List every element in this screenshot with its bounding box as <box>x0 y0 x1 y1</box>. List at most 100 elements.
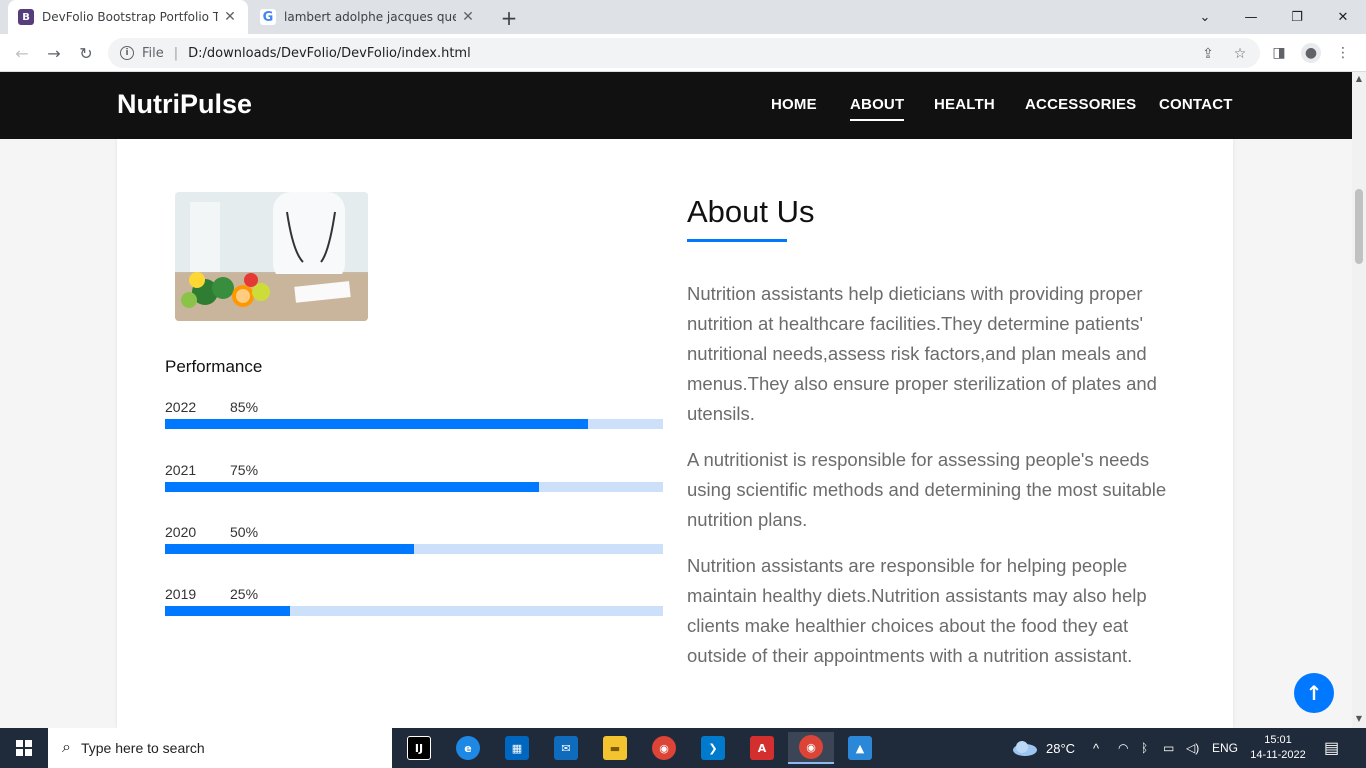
vscode-icon[interactable]: ❯ <box>693 732 733 764</box>
explorer-glyph: ▬ <box>603 736 627 760</box>
minimize-button[interactable]: — <box>1228 0 1274 34</box>
windows-logo-icon <box>16 740 32 756</box>
nav-contact[interactable]: CONTACT <box>1159 96 1233 113</box>
browser-toolbar: ← → ↻ i File | D:/downloads/DevFolio/Dev… <box>0 34 1366 72</box>
bar-year-label: 2021 <box>165 462 197 478</box>
back-button[interactable]: ← <box>10 41 34 65</box>
heading-underline <box>687 239 787 242</box>
bar-track <box>165 419 663 429</box>
bar-fill <box>165 606 290 616</box>
forward-button[interactable]: → <box>42 41 66 65</box>
nav-health[interactable]: HEALTH <box>934 96 995 113</box>
tab-search-dropdown-icon[interactable]: ⌄ <box>1182 0 1228 34</box>
reload-button[interactable]: ↻ <box>74 41 98 65</box>
search-placeholder: Type here to search <box>80 740 205 756</box>
nav-home[interactable]: HOME <box>771 96 817 113</box>
bar-track <box>165 606 663 616</box>
address-bar[interactable]: i File | D:/downloads/DevFolio/DevFolio/… <box>108 38 1260 68</box>
address-separator: | <box>173 45 179 61</box>
acrobat-icon[interactable]: A <box>742 732 782 764</box>
bar-track <box>165 544 663 554</box>
chrome-active-icon[interactable]: ◉ <box>788 732 834 764</box>
close-tab-icon[interactable]: ✕ <box>460 9 476 25</box>
about-section-card: Performance 2022 85% 2021 75% 2020 50% 2… <box>117 139 1233 728</box>
scroll-up-arrow-icon[interactable]: ▲ <box>1352 74 1366 83</box>
bar-year-label: 2022 <box>165 399 197 415</box>
wifi-icon[interactable]: ◠ <box>1118 728 1128 768</box>
back-to-top-button[interactable]: ↑ <box>1294 673 1334 713</box>
site-navbar: NutriPulse HOME ABOUT HEALTH ACCESSORIES… <box>0 72 1352 139</box>
restore-button[interactable]: ❐ <box>1274 0 1320 34</box>
tab-google-search[interactable]: G lambert adolphe jacques quetele ✕ <box>250 0 486 34</box>
tab-title: lambert adolphe jacques quetele <box>284 10 456 24</box>
tab-devfolio[interactable]: B DevFolio Bootstrap Portfolio Tem ✕ <box>8 0 248 34</box>
bar-percent-label: 75% <box>230 462 259 478</box>
bar-fill <box>165 544 414 554</box>
about-heading: About Us <box>687 194 815 229</box>
performance-heading: Performance <box>165 357 263 376</box>
nav-about[interactable]: ABOUT <box>850 96 905 121</box>
search-icon: ⌕ <box>62 739 71 756</box>
volume-icon[interactable]: ◁) <box>1186 728 1199 768</box>
edge-icon[interactable]: e <box>448 732 488 764</box>
scrollbar-thumb[interactable] <box>1355 189 1363 264</box>
bar-percent-label: 25% <box>230 586 259 602</box>
mail-icon[interactable]: ✉ <box>546 732 586 764</box>
bar-fill <box>165 482 539 492</box>
info-icon[interactable]: i <box>120 46 134 60</box>
start-button[interactable] <box>0 728 48 768</box>
about-paragraph-3: Nutrition assistants are responsible for… <box>687 555 1147 666</box>
windows-taskbar: ⌕ Type here to search IJ e ▦ ✉ ▬ ◉ ❯ A ◉… <box>0 728 1366 768</box>
taskbar-search-box[interactable]: ⌕ Type here to search <box>48 728 392 768</box>
nav-accessories[interactable]: ACCESSORIES <box>1025 96 1136 113</box>
share-icon[interactable]: ⇪ <box>1198 44 1218 64</box>
scheme-label: File <box>142 45 164 61</box>
url-text[interactable]: D:/downloads/DevFolio/DevFolio/index.htm… <box>188 46 471 61</box>
close-tab-icon[interactable]: ✕ <box>222 9 238 25</box>
close-window-button[interactable]: ✕ <box>1320 0 1366 34</box>
site-brand-logo[interactable]: NutriPulse <box>117 89 252 120</box>
photos-icon[interactable]: ▲ <box>840 732 880 764</box>
clock[interactable]: 15:01 14-11-2022 <box>1248 728 1308 768</box>
intellij-glyph: IJ <box>407 736 431 760</box>
chrome-glyph: ◉ <box>799 735 823 759</box>
weather-widget[interactable]: 28°C <box>1012 728 1075 768</box>
battery-icon[interactable]: ▭ <box>1163 728 1174 768</box>
photos-glyph: ▲ <box>848 736 872 760</box>
clock-time: 15:01 <box>1264 734 1292 746</box>
notification-icon[interactable]: ▤ <box>1324 728 1339 768</box>
bar-year-label: 2020 <box>165 524 197 540</box>
weather-temp: 28°C <box>1046 740 1076 756</box>
clock-date: 14-11-2022 <box>1250 749 1306 761</box>
bookmark-star-icon[interactable]: ☆ <box>1230 44 1250 64</box>
scroll-down-arrow-icon[interactable]: ▼ <box>1352 714 1366 723</box>
acrobat-glyph: A <box>750 736 774 760</box>
chrome-menu-icon[interactable]: ⋮ <box>1333 43 1353 63</box>
intellij-icon[interactable]: IJ <box>399 732 439 764</box>
bar-fill <box>165 419 589 429</box>
tab-title: DevFolio Bootstrap Portfolio Tem <box>42 10 218 24</box>
page-scrollbar[interactable]: ▲ ▼ <box>1352 72 1366 728</box>
tray-overflow-chevron-icon[interactable]: ^ <box>1093 728 1099 768</box>
browser-tab-strip: B DevFolio Bootstrap Portfolio Tem ✕ G l… <box>0 0 1366 34</box>
bluetooth-icon[interactable]: ᛒ <box>1141 728 1148 768</box>
new-tab-button[interactable]: + <box>498 6 520 30</box>
vscode-glyph: ❯ <box>701 736 725 760</box>
chrome-icon[interactable]: ◉ <box>644 732 684 764</box>
language-indicator[interactable]: ENG <box>1212 728 1238 768</box>
store-glyph: ▦ <box>505 736 529 760</box>
file-explorer-icon[interactable]: ▬ <box>595 732 635 764</box>
profile-avatar-icon[interactable]: ● <box>1301 43 1321 63</box>
bar-percent-label: 85% <box>230 399 259 415</box>
bootstrap-icon: B <box>18 9 34 25</box>
side-panel-icon[interactable]: ◨ <box>1269 43 1289 63</box>
bar-year-label: 2019 <box>165 586 197 602</box>
edge-glyph: e <box>456 736 480 760</box>
bar-percent-label: 50% <box>230 524 259 540</box>
nutritionist-illustration <box>175 192 368 321</box>
about-paragraph-1: Nutrition assistants help dieticians wit… <box>687 283 1157 424</box>
mail-glyph: ✉ <box>554 736 578 760</box>
chrome-glyph: ◉ <box>652 736 676 760</box>
store-icon[interactable]: ▦ <box>497 732 537 764</box>
about-paragraph-2: A nutritionist is responsible for assess… <box>687 449 1167 530</box>
